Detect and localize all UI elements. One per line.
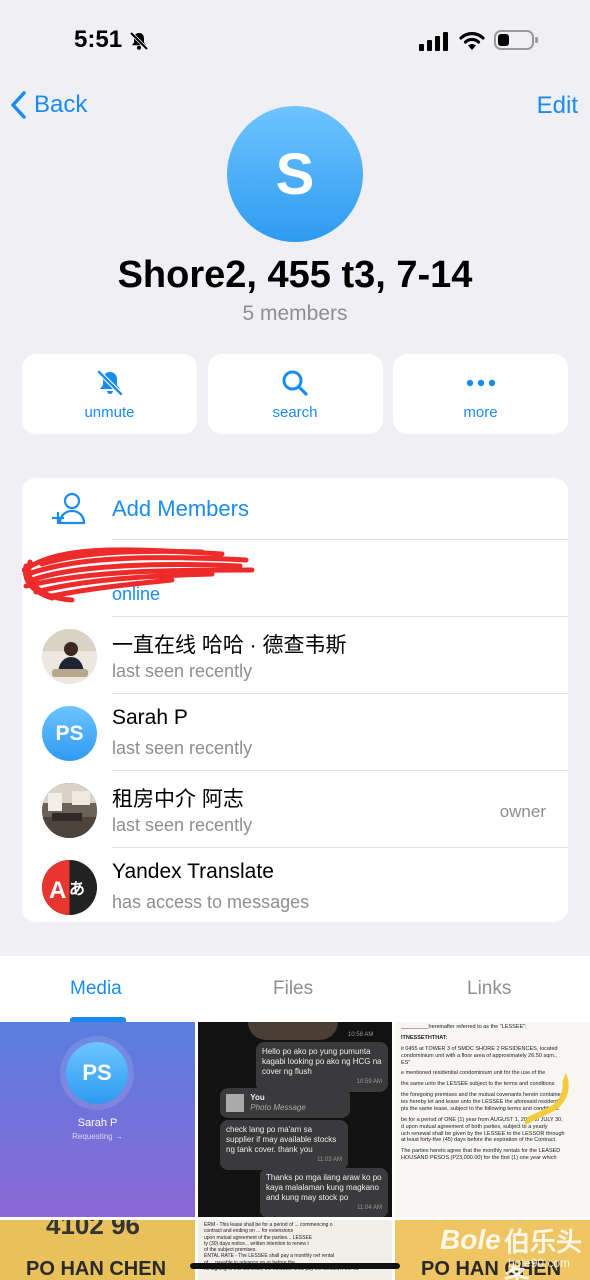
svg-text:A: A: [49, 877, 66, 904]
watermark: Bole 伯乐头条 bole90.com: [440, 1222, 588, 1280]
tab-files[interactable]: Files: [273, 978, 313, 1000]
chat-bubble: check lang po ma'am sa supplier if may a…: [220, 1120, 348, 1170]
clock: 5:51: [74, 26, 123, 53]
row-divider: [112, 847, 568, 848]
unmute-button[interactable]: unmute: [22, 354, 197, 434]
ellipsis-icon: [466, 379, 495, 386]
bell-slash-icon: [96, 369, 123, 396]
member-count: 5 members: [242, 302, 348, 325]
member-name: 租房中介 阿志: [112, 788, 244, 811]
yandex-translate-icon: A あ: [42, 860, 97, 915]
bell-slash-icon: [129, 31, 149, 51]
media-tabs: Media Files Links: [0, 956, 590, 1022]
row-divider: [112, 770, 568, 771]
search-button[interactable]: search: [207, 354, 383, 434]
avatar: A あ: [42, 860, 97, 915]
more-button[interactable]: more: [393, 354, 568, 434]
chat-subtitle: Photo Message: [250, 1103, 306, 1112]
media-thumbnail[interactable]: _________hereinafter referred to as the …: [395, 1022, 590, 1217]
member-status: has access to messages: [112, 892, 310, 912]
avatar-initials: PS: [55, 721, 84, 745]
member-name: 一直在线 哈哈 · 德查韦斯: [112, 634, 347, 657]
watermark-brand: Bole: [440, 1224, 501, 1255]
tab-media[interactable]: Media: [70, 978, 122, 1000]
home-indicator[interactable]: [190, 1263, 400, 1269]
member-name: Sarah P: [112, 706, 188, 729]
chat-time: 11:04 AM: [357, 1205, 382, 1211]
member-row[interactable]: PS Sarah P last seen recently: [22, 693, 568, 771]
chat-text: Thanks po mga ilang araw ko po kaya mala…: [266, 1173, 382, 1202]
group-title: Shore2, 455 t3, 7-14: [117, 254, 473, 296]
status-bar: 5:51: [0, 0, 590, 80]
chat-text: Hello po ako po yung pumunta kagabi look…: [262, 1047, 382, 1076]
chat-bubble: Thanks po mga ilang araw ko po kaya mala…: [260, 1168, 388, 1217]
avatar: PS: [42, 706, 97, 761]
contact-name: Sarah P: [77, 1117, 118, 1129]
chevron-left-icon: [11, 91, 26, 119]
signal-icon: [419, 32, 448, 51]
photo-fragment: [248, 1022, 338, 1040]
room-photo-icon: [42, 783, 97, 838]
member-name: Yandex Translate: [112, 860, 274, 883]
photo-thumb: [226, 1094, 244, 1112]
edit-button[interactable]: Edit: [537, 92, 578, 120]
member-status: last seen recently: [112, 738, 253, 758]
media-thumbnail[interactable]: ERM - This lease shall be for a period o…: [198, 1220, 392, 1280]
avatar: [42, 783, 97, 838]
chat-sender: You: [250, 1093, 265, 1102]
media-thumbnail[interactable]: PS Sarah P Requesting →: [0, 1022, 195, 1217]
members-list: Add Members online 一直在线 哈哈 · 德查韦斯 last s…: [22, 478, 568, 922]
avatar: [42, 629, 97, 684]
search-label: search: [272, 403, 318, 421]
person-photo-icon: [42, 629, 97, 684]
row-divider: [112, 616, 568, 617]
action-buttons: unmute search more: [22, 354, 568, 434]
id-name: PO HAN CHEN: [26, 1258, 167, 1280]
member-row[interactable]: 租房中介 阿志 last seen recently owner: [22, 770, 568, 848]
member-row[interactable]: online: [22, 539, 568, 617]
member-status: last seen recently: [112, 815, 253, 835]
back-label: Back: [34, 91, 88, 118]
group-avatar[interactable]: S: [227, 106, 363, 242]
watermark-cn: 伯乐头条: [504, 1227, 583, 1280]
chat-time: 11:03 AM: [317, 1157, 342, 1163]
battery-icon: [494, 30, 538, 50]
watermark-url: bole90.com: [508, 1256, 571, 1270]
chat-time: 10:58 AM: [348, 1032, 374, 1038]
chat-text: check lang po ma'am sa supplier if may a…: [226, 1125, 337, 1154]
id-number: 4102 96: [46, 1220, 140, 1240]
wifi-icon: [459, 32, 485, 50]
svg-text:あ: あ: [69, 879, 85, 898]
chat-bubble: Hello po ako po yung pumunta kagabi look…: [256, 1042, 388, 1092]
chat-bubble-photo: You Photo Message: [220, 1088, 350, 1118]
unmute-label: unmute: [84, 403, 135, 421]
back-button[interactable]: Back: [10, 88, 87, 122]
member-status: online: [112, 584, 161, 604]
tab-links[interactable]: Links: [467, 978, 511, 1000]
contact-subtitle: Requesting →: [72, 1132, 123, 1141]
add-members-label: Add Members: [112, 496, 249, 521]
member-row[interactable]: 一直在线 哈哈 · 德查韦斯 last seen recently: [22, 616, 568, 694]
row-divider: [112, 693, 568, 694]
owner-badge: owner: [499, 802, 546, 821]
add-members-button[interactable]: Add Members: [22, 478, 568, 540]
member-status: last seen recently: [112, 661, 253, 681]
media-thumbnail[interactable]: 10:58 AM Hello po ako po yung pumunta ka…: [198, 1022, 392, 1217]
chat-time: 10:59 AM: [356, 1079, 382, 1085]
contact-avatar: PS: [66, 1042, 128, 1104]
magnifier-icon: [282, 370, 308, 396]
add-person-icon: [52, 492, 86, 525]
media-thumbnail[interactable]: 4102 96 PO HAN CHEN: [0, 1220, 195, 1280]
member-row[interactable]: A あ Yandex Translate has access to messa…: [22, 847, 568, 922]
more-label: more: [463, 403, 498, 421]
